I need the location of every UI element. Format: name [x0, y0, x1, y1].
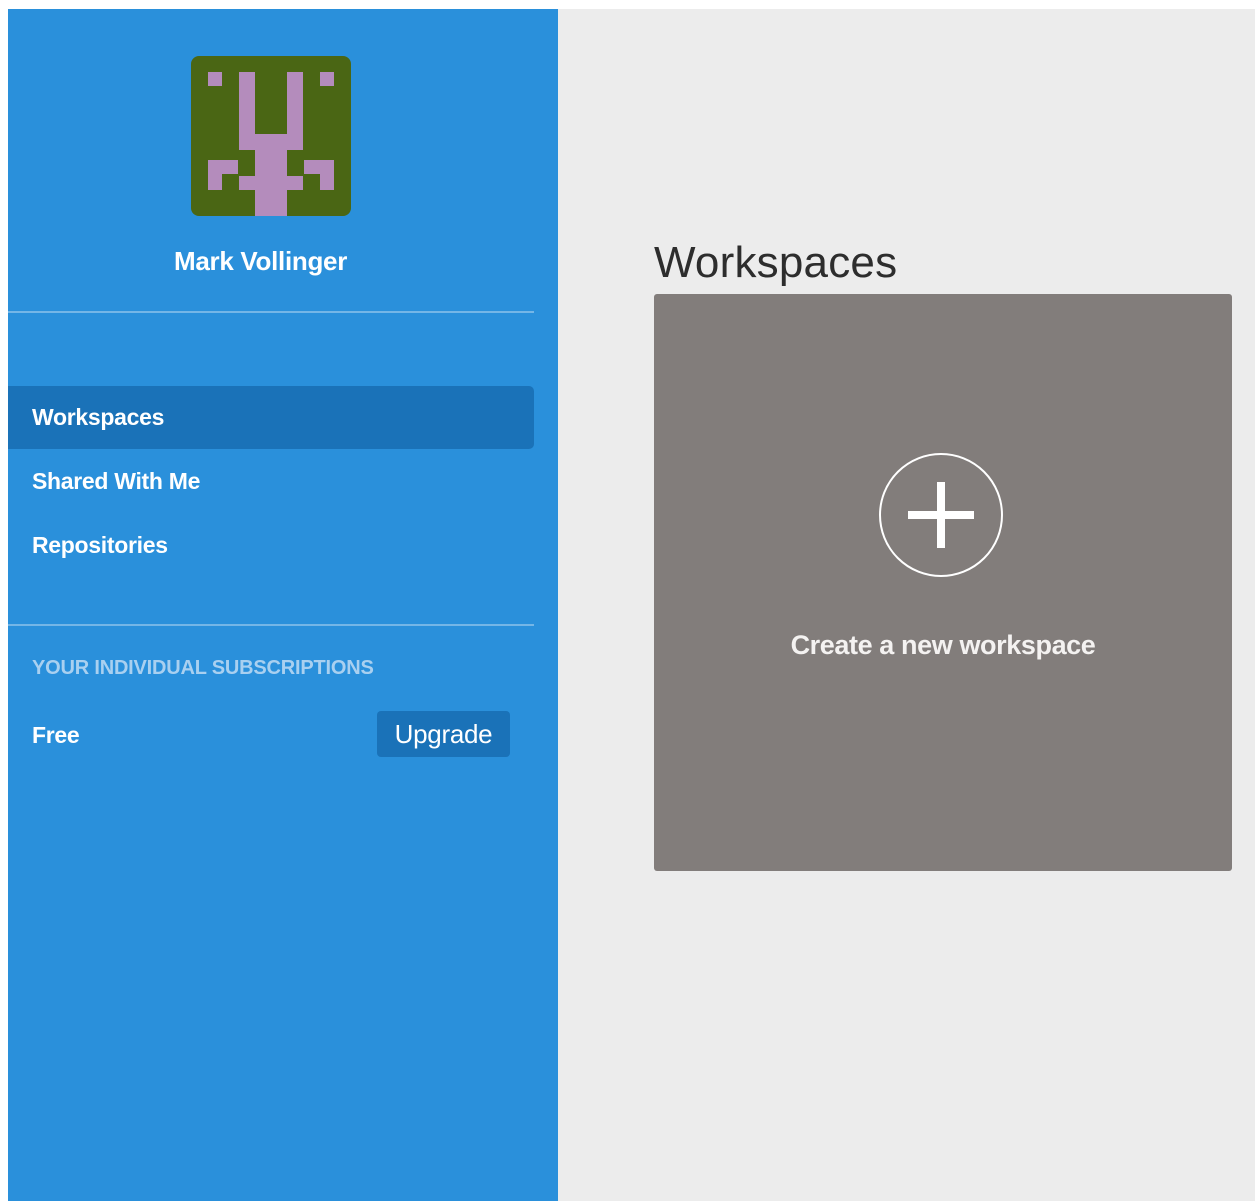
sidebar-item-shared-with-me[interactable]: Shared With Me [8, 450, 534, 513]
top-strip [0, 0, 1255, 9]
page-title: Workspaces [654, 238, 898, 288]
upgrade-button[interactable]: Upgrade [377, 711, 510, 757]
main-content: Workspaces Create a new workspace [558, 9, 1255, 1201]
user-avatar[interactable] [191, 56, 351, 216]
subscription-plan-name: Free [32, 722, 80, 748]
sidebar-divider [8, 311, 534, 313]
subscriptions-heading: YOUR INDIVIDUAL SUBSCRIPTIONS [32, 657, 374, 679]
identicon-avatar-icon [191, 56, 351, 216]
create-workspace-card[interactable]: Create a new workspace [654, 294, 1232, 871]
plus-circle-icon [879, 453, 1003, 577]
create-workspace-label: Create a new workspace [790, 630, 1096, 660]
sidebar-item-workspaces[interactable]: Workspaces [8, 386, 534, 449]
sidebar-item-repositories[interactable]: Repositories [8, 514, 534, 577]
sidebar-divider [8, 624, 534, 626]
plus-icon [908, 482, 974, 548]
sidebar: Mark Vollinger Workspaces Shared With Me… [8, 9, 558, 1201]
user-name: Mark Vollinger [173, 246, 348, 276]
